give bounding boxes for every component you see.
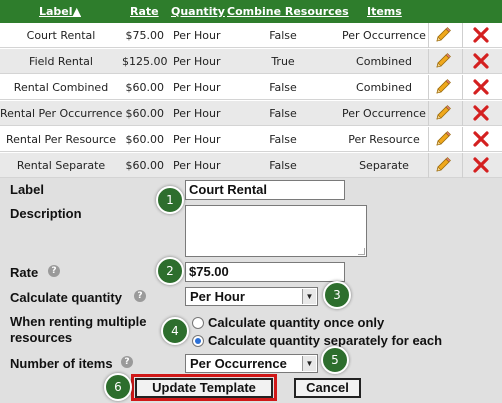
column-divider <box>428 101 429 126</box>
rate-input[interactable]: $75.00 <box>185 262 345 282</box>
row-quantity: Per Hour <box>173 133 221 146</box>
row-combine: False <box>269 81 297 94</box>
delete-x-icon[interactable] <box>472 52 490 70</box>
column-divider <box>462 127 463 152</box>
calc-qty-select[interactable]: Per Hour ▼ <box>185 287 318 306</box>
row-items: Combined <box>356 81 412 94</box>
dropdown-arrow-icon: ▼ <box>302 356 316 371</box>
row-rate: $60.00 <box>125 107 165 120</box>
num-items-field-label: Number of items <box>10 356 113 371</box>
edit-pencil-icon[interactable] <box>434 130 452 148</box>
row-combine: True <box>271 55 295 68</box>
sort-quantity-header[interactable]: Quantity <box>171 5 225 18</box>
update-template-button[interactable]: Update Template <box>135 378 273 398</box>
row-items: Combined <box>356 55 412 68</box>
table-row: Rental Combined $60.00 Per Hour False Combin… <box>0 75 502 100</box>
row-rate: $75.00 <box>125 29 165 42</box>
column-divider <box>462 153 463 178</box>
table-row: Rental Per Occurrence $60.00 Per Hour False… <box>0 101 502 126</box>
radio-calc-once[interactable] <box>192 317 204 329</box>
delete-x-icon[interactable] <box>472 78 490 96</box>
radio-calc-once-label[interactable]: Calculate quantity once only <box>208 315 384 330</box>
row-items: Per Resource <box>348 133 420 146</box>
row-combine: False <box>269 159 297 172</box>
column-divider <box>428 75 429 100</box>
column-divider <box>462 75 463 100</box>
table-row: Court Rental $75.00 Per Hour False Per Occur… <box>0 23 502 48</box>
delete-x-icon[interactable] <box>472 26 490 44</box>
delete-x-icon[interactable] <box>472 104 490 122</box>
edit-pencil-icon[interactable] <box>434 78 452 96</box>
rate-field-label: Rate <box>10 265 39 280</box>
sort-rate-header[interactable]: Rate <box>130 5 159 18</box>
table-row: Rental Per Resource $60.00 Per Hour False Pe… <box>0 127 502 152</box>
row-label: Field Rental <box>29 55 93 68</box>
row-quantity: Per Hour <box>173 55 221 68</box>
row-combine: False <box>269 29 297 42</box>
calc-qty-field-label: Calculate quantity <box>10 290 122 305</box>
row-items: Per Occurrence <box>342 107 426 120</box>
row-items: Per Occurrence <box>342 29 426 42</box>
sort-combine-header[interactable]: Combine Resources <box>227 5 349 18</box>
description-textarea[interactable] <box>185 205 367 257</box>
row-combine: False <box>269 133 297 146</box>
calc-qty-help-icon[interactable]: ? <box>134 290 146 302</box>
column-divider <box>428 49 429 74</box>
callout-badge-5: 5 <box>321 346 349 374</box>
row-quantity: Per Hour <box>173 159 221 172</box>
description-field-label: Description <box>10 206 82 221</box>
row-label: Court Rental <box>26 29 96 42</box>
row-label: Rental Per Resource <box>6 133 116 146</box>
callout-badge-4: 4 <box>161 317 189 345</box>
sort-label-header[interactable]: Label▲ <box>39 5 81 18</box>
row-rate: $60.00 <box>125 81 165 94</box>
row-combine: False <box>269 107 297 120</box>
row-quantity: Per Hour <box>173 29 221 42</box>
edit-pencil-icon[interactable] <box>434 52 452 70</box>
row-quantity: Per Hour <box>173 107 221 120</box>
column-divider <box>462 23 463 48</box>
radio-calc-separately[interactable] <box>192 335 204 347</box>
column-divider <box>462 101 463 126</box>
column-divider <box>462 49 463 74</box>
row-label: Rental Per Occurrence <box>0 107 123 120</box>
num-items-selected-value: Per Occurrence <box>190 356 287 371</box>
callout-badge-3: 3 <box>323 281 351 309</box>
multi-resources-label-line2: resources <box>10 330 73 345</box>
table-row: Rental Separate $60.00 Per Hour False Separa… <box>0 153 502 178</box>
label-field-label: Label <box>10 182 44 197</box>
edit-template-form: Label Court Rental Description Rate ? $7… <box>0 178 502 403</box>
edit-pencil-icon[interactable] <box>434 104 452 122</box>
callout-badge-1: 1 <box>156 186 184 214</box>
row-rate: $125.00 <box>122 55 168 68</box>
row-items: Separate <box>359 159 409 172</box>
num-items-help-icon[interactable]: ? <box>121 356 133 368</box>
table-row: Field Rental $125.00 Per Hour True Combined <box>0 49 502 74</box>
num-items-select[interactable]: Per Occurrence ▼ <box>185 354 318 373</box>
multi-resources-label-line1: When renting multiple <box>10 314 147 329</box>
callout-badge-6: 6 <box>104 373 132 401</box>
delete-x-icon[interactable] <box>472 156 490 174</box>
sort-items-header[interactable]: Items <box>367 5 402 18</box>
column-divider <box>428 23 429 48</box>
row-label: Rental Combined <box>13 81 109 94</box>
callout-badge-2: 2 <box>156 257 184 285</box>
edit-pencil-icon[interactable] <box>434 156 452 174</box>
row-quantity: Per Hour <box>173 81 221 94</box>
delete-x-icon[interactable] <box>472 130 490 148</box>
row-rate: $60.00 <box>125 133 165 146</box>
label-input[interactable]: Court Rental <box>185 180 345 200</box>
cancel-button[interactable]: Cancel <box>294 378 361 398</box>
radio-calc-separately-label[interactable]: Calculate quantity separately for each <box>208 333 442 348</box>
row-label: Rental Separate <box>16 159 106 172</box>
row-rate: $60.00 <box>125 159 165 172</box>
table-header: Label▲ Rate Quantity Combine Resources I… <box>0 0 502 23</box>
calc-qty-selected-value: Per Hour <box>190 289 245 304</box>
edit-pencil-icon[interactable] <box>434 26 452 44</box>
rate-help-icon[interactable]: ? <box>48 265 60 277</box>
column-divider <box>428 153 429 178</box>
dropdown-arrow-icon: ▼ <box>302 289 316 304</box>
column-divider <box>428 127 429 152</box>
